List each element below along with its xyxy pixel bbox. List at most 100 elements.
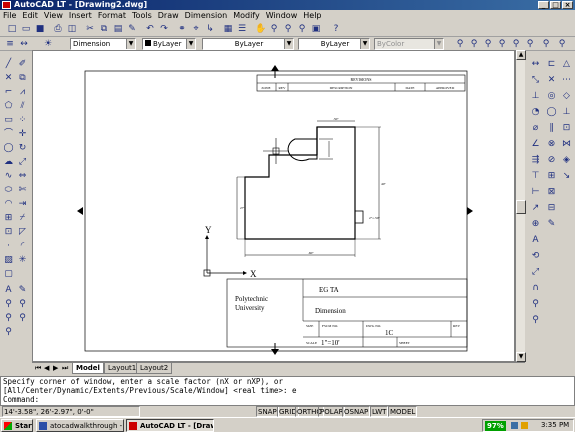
command-window[interactable]: Specify corner of window, enter a scale … — [0, 376, 575, 406]
mtext-icon[interactable]: A — [2, 284, 15, 296]
tab-prev-icon[interactable]: ◀ — [41, 363, 50, 374]
polygon-icon[interactable]: ⬠ — [2, 100, 15, 112]
snap-tangent-icon[interactable]: ◯ — [545, 106, 558, 118]
dim-angular-icon[interactable]: ∠ — [529, 138, 542, 150]
help-icon[interactable]: ? — [330, 23, 342, 35]
drawing-canvas[interactable]: REVISIONS ZONE REV DESCRIPTION DATE APPR… — [32, 50, 515, 362]
ellipse-icon[interactable]: ⬭ — [2, 184, 15, 196]
scale-icon[interactable]: ⤢ — [16, 156, 29, 168]
snap-none-icon[interactable]: ⊘ — [545, 154, 558, 166]
snap-settings-icon[interactable]: ◈ — [560, 154, 573, 166]
copy-object-icon[interactable]: ⧉ — [16, 72, 29, 84]
break-icon[interactable]: ⌿ — [16, 212, 29, 224]
menu-help[interactable]: Help — [300, 10, 324, 22]
vertical-scrollbar[interactable]: ▲ ▼ — [515, 50, 526, 362]
explode-icon[interactable]: ✳ — [16, 254, 29, 266]
snap-intersection-icon[interactable]: ✕ — [545, 74, 558, 86]
ucs-icon[interactable]: ↳ — [204, 23, 216, 35]
make-block-icon[interactable]: ⊡ — [2, 226, 15, 238]
pan-icon[interactable]: ✋ — [254, 23, 266, 35]
zoom-previous-icon[interactable]: ⚲ — [296, 23, 308, 35]
start-button[interactable]: Start — [1, 419, 33, 432]
menu-tools[interactable]: Tools — [129, 10, 155, 22]
extend-icon[interactable]: ⇥ — [16, 198, 29, 210]
construction-line-icon[interactable]: ✕ — [2, 72, 15, 84]
new-file-icon[interactable]: □ — [6, 23, 18, 35]
clock[interactable]: 3:35 PM — [541, 420, 569, 431]
snap-quadrant-icon[interactable]: ◇ — [560, 90, 573, 102]
snap-perpendicular-icon[interactable]: ⊥ — [560, 106, 573, 118]
dim-update-icon[interactable]: ⟲ — [529, 250, 542, 262]
menu-file[interactable]: File — [0, 10, 19, 22]
snap-from-icon[interactable]: ↘ — [560, 170, 573, 182]
fillet-icon[interactable]: ◜ — [16, 240, 29, 252]
point-icon[interactable]: · — [2, 240, 15, 252]
volume-icon[interactable] — [521, 422, 528, 429]
insert-block-icon[interactable]: ⊞ — [2, 212, 15, 224]
snap-parallel-icon[interactable]: ∥ — [545, 122, 558, 134]
preview-icon[interactable]: ◫ — [66, 23, 78, 35]
maximize-button[interactable]: □ — [550, 1, 561, 9]
snap-temp-icon[interactable]: ⊞ — [545, 170, 558, 182]
model-toggle[interactable]: MODEL — [388, 406, 418, 417]
zoom-window-icon[interactable]: ⚲ — [282, 23, 294, 35]
tolerance-icon[interactable]: ⊟ — [545, 202, 558, 214]
open-folder-icon[interactable]: ▭ — [20, 23, 32, 35]
zoom-in-right-icon[interactable]: ⚲ — [529, 298, 542, 310]
linetype-combo[interactable]: ByLayer ▼ — [202, 38, 294, 50]
array-icon[interactable]: ⁘ — [16, 114, 29, 126]
menu-draw[interactable]: Draw — [155, 10, 182, 22]
layer-manager-icon[interactable]: ≡ — [4, 38, 16, 50]
snap-node-icon[interactable]: ⊗ — [545, 138, 558, 150]
cut-icon[interactable]: ✂ — [84, 23, 96, 35]
osnap-icon[interactable]: ⌖ — [190, 23, 202, 35]
aerial-view-icon[interactable]: ▣ — [310, 23, 322, 35]
match-properties-icon[interactable]: ✎ — [126, 23, 138, 35]
tab-first-icon[interactable]: ⏮ — [32, 363, 41, 374]
region-icon[interactable]: ▢ — [2, 268, 15, 280]
autocad-app-icon[interactable] — [2, 1, 11, 9]
chamfer-icon[interactable]: ◸ — [16, 226, 29, 238]
trim-icon[interactable]: ✄ — [16, 184, 29, 196]
task-word-document[interactable]: atocadwalkthrough - Mic... — [36, 419, 124, 432]
zoom-dynamic-icon[interactable]: ⚲ — [556, 38, 568, 50]
layer-combo[interactable]: ByLayer ▼ — [142, 38, 196, 50]
tab-layout1[interactable]: Layout1 — [104, 363, 141, 374]
magnet-icon[interactable]: ∩ — [529, 282, 542, 294]
stretch-icon[interactable]: ⇔ — [16, 170, 29, 182]
battery-indicator[interactable]: 97% — [485, 421, 506, 431]
save-icon[interactable]: ■ — [34, 23, 46, 35]
circle-icon[interactable]: ◯ — [2, 142, 15, 154]
designcenter-icon[interactable]: ▦ — [222, 23, 234, 35]
lwt-toggle[interactable]: LWT — [370, 406, 389, 417]
layer-state-icon[interactable]: ☀ — [42, 38, 54, 50]
zoom-out-right-icon[interactable]: ⚲ — [529, 314, 542, 326]
osnap-toggle[interactable]: OSNAP — [342, 406, 371, 417]
chevron-down-icon[interactable]: ▼ — [284, 39, 293, 49]
chevron-down-icon[interactable]: ▼ — [360, 39, 369, 49]
zoom-extents-icon[interactable]: ⚲ — [510, 38, 522, 50]
dim-edit-icon[interactable]: ✎ — [545, 218, 558, 230]
menu-modify[interactable]: Modify — [230, 10, 263, 22]
dim-style-icon[interactable]: ⤢ — [529, 266, 542, 278]
zoom-in-icon[interactable]: ⚲ — [468, 38, 480, 50]
dim-diameter-icon[interactable]: ⌀ — [529, 122, 542, 134]
dim-baseline-icon[interactable]: ⊤ — [529, 170, 542, 182]
scroll-down-icon[interactable]: ▼ — [516, 352, 526, 362]
snap-insert-icon[interactable]: ⊡ — [560, 122, 573, 134]
menu-format[interactable]: Format — [95, 10, 129, 22]
print-icon[interactable]: ⎙ — [52, 23, 64, 35]
snap-center-icon[interactable]: ◎ — [545, 90, 558, 102]
tab-last-icon[interactable]: ⏭ — [59, 363, 68, 374]
tab-next-icon[interactable]: ▶ — [50, 363, 59, 374]
rectangle-icon[interactable]: ▭ — [2, 114, 15, 126]
paste-icon[interactable]: ▤ — [112, 23, 124, 35]
dimstyle-combo[interactable]: Dimension ▼ — [70, 38, 136, 50]
zoom-scale-icon[interactable]: ⚲ — [524, 38, 536, 50]
hyperlink-icon[interactable]: ⚭ — [176, 23, 188, 35]
zoom-realtime-icon[interactable]: ⚲ — [268, 23, 280, 35]
zoom-tool-icon[interactable]: ⚲ — [2, 298, 15, 310]
snap-endpoint-icon[interactable]: ⊏ — [545, 58, 558, 70]
pencil-icon[interactable]: ✎ — [16, 284, 29, 296]
copy-icon[interactable]: ⧉ — [98, 23, 110, 35]
